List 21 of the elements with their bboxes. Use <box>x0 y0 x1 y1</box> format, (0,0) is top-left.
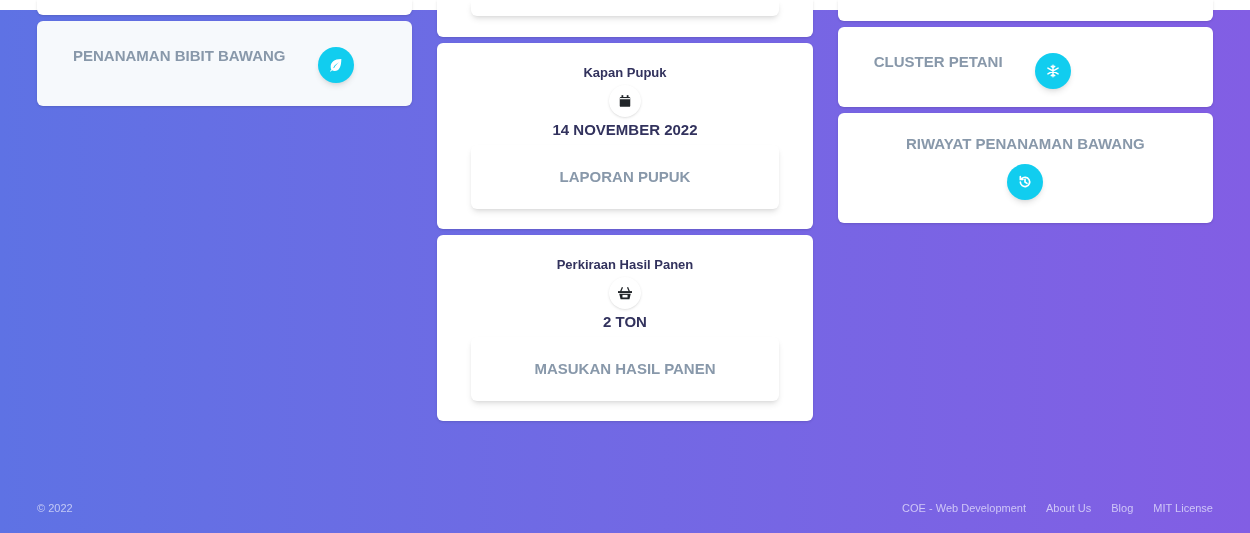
footer-link[interactable]: COE - Web Development <box>902 499 1026 517</box>
card-title: CLUSTER PETANI <box>873 52 1003 72</box>
icon-button[interactable] <box>317 47 354 83</box>
card-title: RIWAYAT PENANAMAN BAWANG <box>906 134 1145 154</box>
footer-link[interactable]: About Us <box>1046 499 1092 517</box>
stat-value: 14 NOVEMBER 2022 <box>552 119 698 140</box>
calendar-icon <box>618 93 632 108</box>
leaf-icon <box>327 57 344 73</box>
card-title: PENANAMAN BIBIT BAWANG <box>73 46 286 66</box>
stat-label: Perkiraan Hasil Panen <box>556 256 694 274</box>
snowflake-icon <box>1045 64 1060 78</box>
copyright-text: © 2022 <box>37 500 73 516</box>
action-button[interactable]: MASUKAN HASIL PANEN <box>471 337 779 401</box>
icon-button[interactable] <box>1034 53 1071 89</box>
action-button[interactable]: LAPORAN PUPUK <box>471 145 779 209</box>
basket-icon <box>617 285 633 300</box>
footer-link[interactable]: Blog <box>1111 499 1134 517</box>
footer-link[interactable]: MIT License <box>1153 499 1213 517</box>
stat-label: Kapan Pupuk <box>583 64 667 82</box>
stat-value: 2 TON <box>603 311 647 332</box>
icon-button[interactable] <box>1007 163 1044 200</box>
